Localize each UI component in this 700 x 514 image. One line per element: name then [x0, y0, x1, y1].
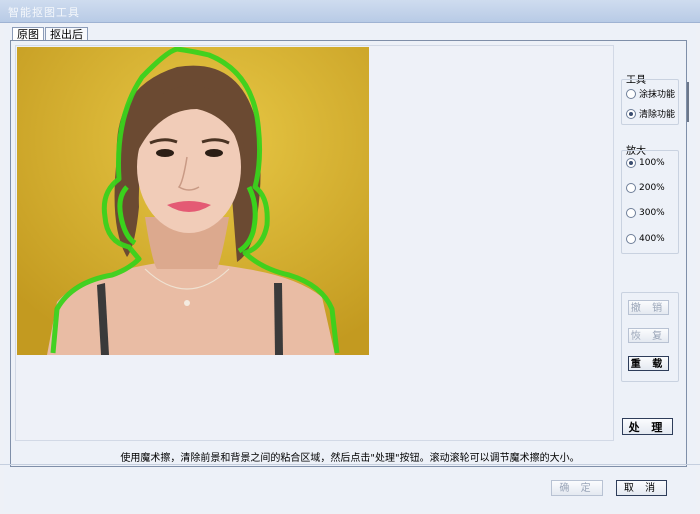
zoom-400-radio[interactable]: 400% [626, 234, 665, 244]
radio-dot-icon [626, 208, 636, 218]
radio-dot-icon [626, 88, 636, 99]
zoom-300-radio[interactable]: 300% [626, 208, 665, 218]
tool-smear-label: 涂抹功能 [639, 90, 676, 100]
redo-button[interactable]: 恢 复 [628, 328, 669, 343]
scrollbar-marker [687, 82, 689, 122]
zoom-300-label: 300% [639, 208, 665, 218]
radio-dot-icon [626, 183, 636, 193]
tool-clear-label: 清除功能 [639, 110, 676, 120]
process-button[interactable]: 处 理 [622, 418, 673, 435]
tool-smear-radio[interactable]: 涂抹功能 [626, 87, 675, 100]
window-title: 智能抠图工具 [8, 6, 80, 19]
hint-text: 使用魔术擦，清除前景和背景之间的粘合区域，然后点击"处理"按钮。滚动滚轮可以调节… [120, 453, 580, 464]
radio-dot-icon [626, 234, 636, 244]
zoom-200-label: 200% [639, 183, 665, 193]
zoom-100-radio[interactable]: 100% [626, 158, 665, 168]
ok-button[interactable]: 确 定 [551, 480, 603, 496]
undo-button[interactable]: 撤 销 [628, 300, 669, 315]
zoom-200-radio[interactable]: 200% [626, 183, 665, 193]
portrait-photo[interactable] [17, 47, 369, 355]
cancel-button[interactable]: 取 消 [616, 480, 667, 496]
photo-drawing [17, 47, 369, 355]
radio-dot-selected-icon [626, 108, 636, 119]
zoom-400-label: 400% [639, 234, 665, 244]
title-bar: 智能抠图工具 [0, 0, 700, 23]
radio-dot-selected-icon [626, 158, 636, 168]
tool-clear-radio[interactable]: 清除功能 [626, 107, 675, 120]
zoom-100-label: 100% [639, 158, 665, 168]
reset-button[interactable]: 重 载 [628, 356, 669, 371]
footer-divider [0, 464, 700, 465]
